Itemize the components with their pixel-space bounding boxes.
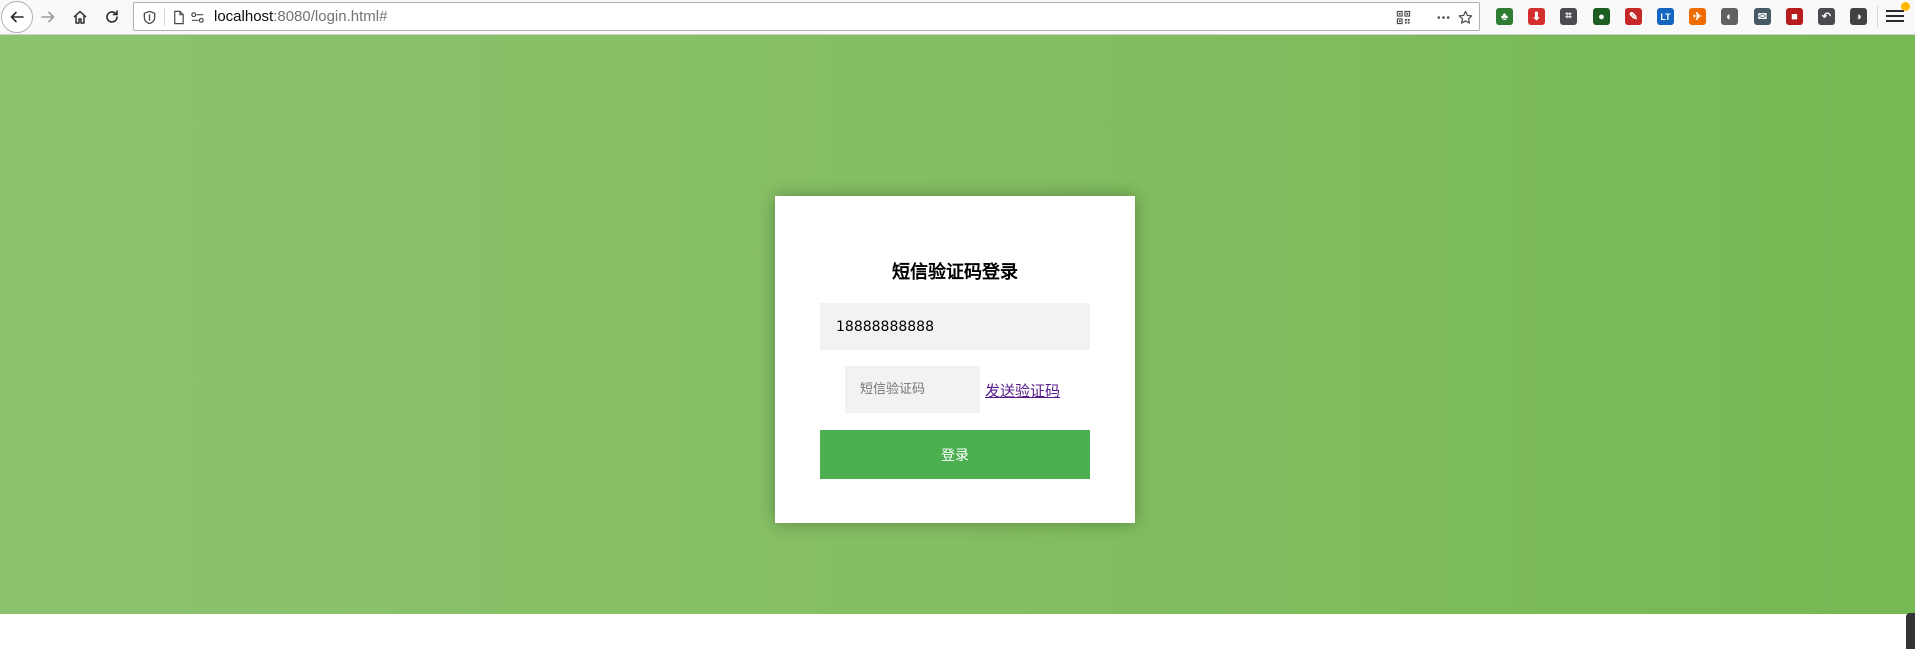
permissions-icon[interactable] (188, 8, 206, 26)
browser-toolbar: localhost:8080/login.html# ♣ ⬇ ⌗ ● ✎ LT ✈ ◐ ✉ ■ ↶ ◑ (0, 0, 1915, 35)
scroll-handle[interactable] (1906, 613, 1915, 649)
reload-icon[interactable] (98, 3, 126, 31)
ext-crop-icon[interactable]: ⌗ (1560, 8, 1577, 25)
ext-lt-icon[interactable]: LT (1657, 8, 1674, 25)
url-bar[interactable]: localhost:8080/login.html# (133, 2, 1480, 31)
shield-icon[interactable] (140, 8, 158, 26)
page-icon[interactable] (169, 8, 187, 26)
ext-toggle-icon[interactable]: ◑ (1850, 8, 1867, 25)
update-badge (1901, 2, 1910, 11)
url-host: localhost (214, 8, 274, 25)
page-background: 短信验证码登录 发送验证码 登录 (0, 35, 1915, 649)
ext-tree-icon[interactable]: ♣ (1496, 8, 1513, 25)
ext-undo-icon[interactable]: ↶ (1818, 8, 1835, 25)
back-icon[interactable] (1, 1, 33, 33)
sms-code-input[interactable] (845, 366, 980, 413)
ext-red-square-icon[interactable]: ■ (1786, 8, 1803, 25)
login-title: 短信验证码登录 (892, 262, 1018, 283)
bookmark-star-icon[interactable] (1456, 8, 1474, 26)
url-text[interactable]: localhost:8080/login.html# (214, 8, 387, 26)
home-icon[interactable] (66, 3, 94, 31)
ext-download-icon[interactable]: ⬇ (1528, 8, 1545, 25)
ext-color-wheel-icon[interactable]: ● (1593, 8, 1610, 25)
url-divider (164, 8, 165, 26)
url-path: :8080/login.html# (273, 8, 388, 25)
login-card: 短信验证码登录 发送验证码 登录 (775, 196, 1135, 523)
ext-wand-icon[interactable]: ✎ (1625, 8, 1642, 25)
ext-shoe-icon[interactable]: ✈ (1689, 8, 1706, 25)
toolbar-divider (1877, 6, 1878, 28)
phone-input[interactable] (820, 303, 1090, 350)
more-icon[interactable] (1434, 8, 1452, 26)
forward-icon[interactable] (34, 3, 62, 31)
ext-chat-icon[interactable]: ✉ (1754, 8, 1771, 25)
ext-bulb-icon[interactable]: ◐ (1721, 8, 1738, 25)
qr-code-icon[interactable] (1394, 8, 1412, 26)
login-button[interactable]: 登录 (820, 430, 1090, 479)
send-code-link[interactable]: 发送验证码 (985, 380, 1060, 401)
